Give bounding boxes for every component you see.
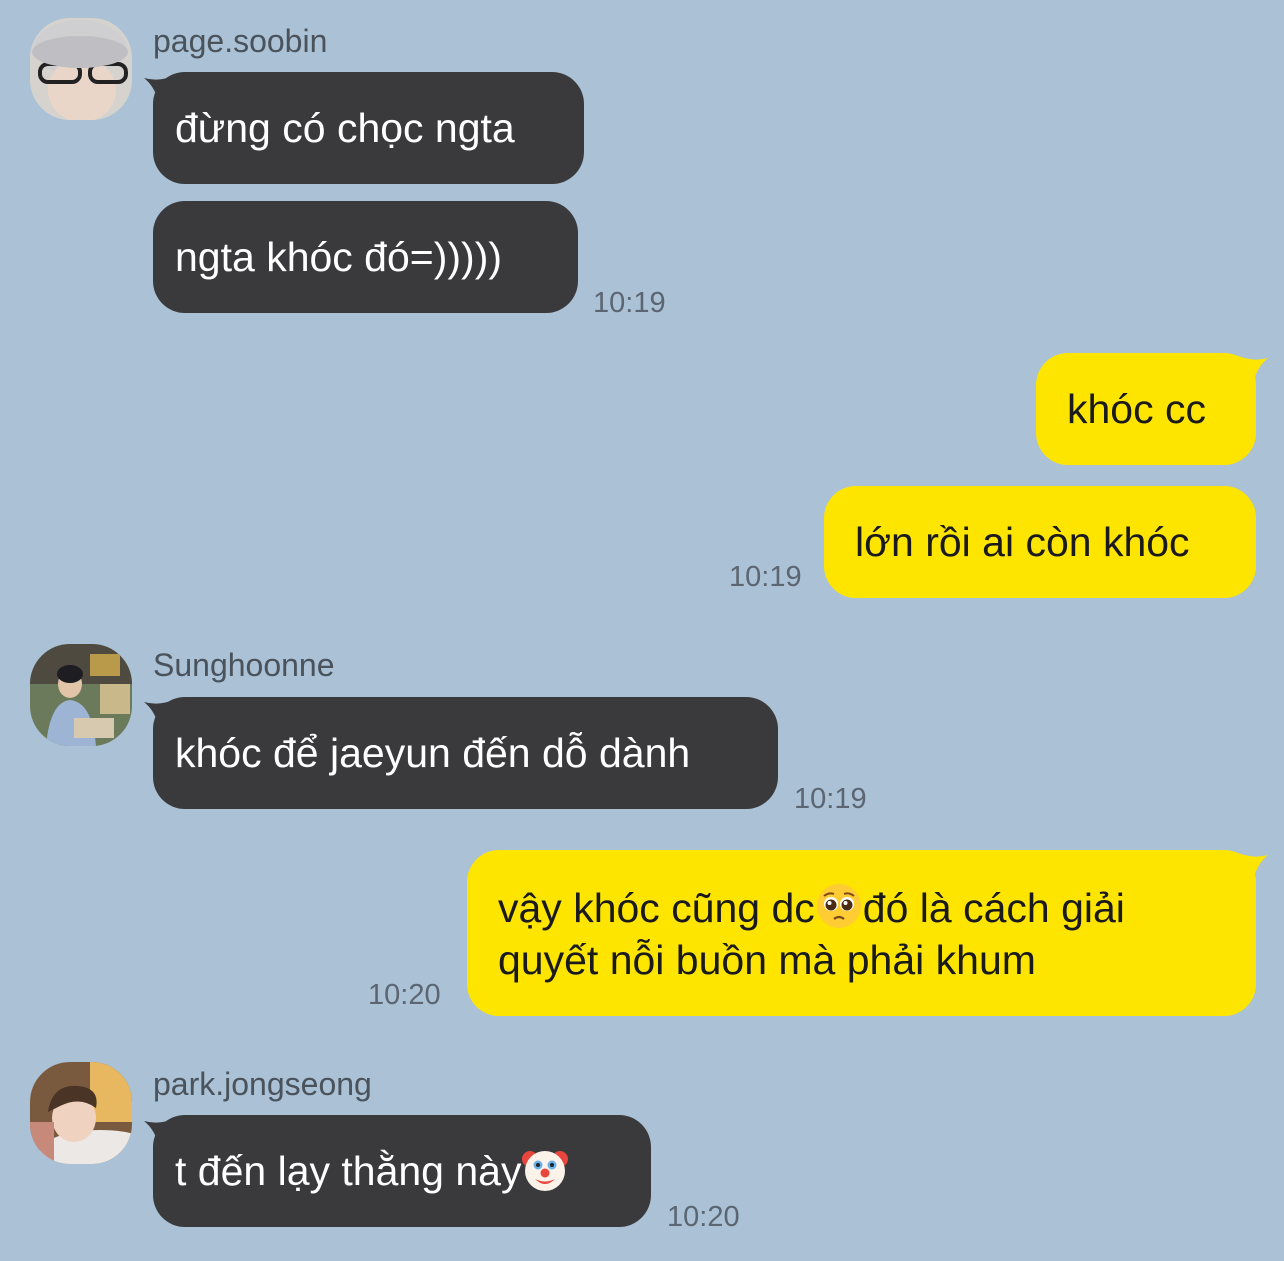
sender-name: page.soobin	[153, 23, 328, 59]
pleading-face-emoji	[815, 882, 863, 930]
message-text: t đến lạy thằng này	[175, 1148, 522, 1194]
avatar-sunghoon[interactable]	[30, 644, 132, 746]
message-bubble[interactable]: đừng có chọc ngta	[153, 72, 584, 184]
message-text: vậy khóc cũng dc	[498, 885, 815, 931]
message-timestamp: 10:19	[729, 561, 802, 593]
message-timestamp: 10:20	[368, 979, 441, 1011]
bubble-tail	[1238, 356, 1268, 380]
sender-name: park.jongseong	[153, 1066, 372, 1102]
message-timestamp: 10:19	[794, 783, 867, 815]
avatar-jongseong[interactable]	[30, 1062, 132, 1164]
message-bubble[interactable]: lớn rồi ai còn khóc	[824, 486, 1256, 598]
clown-face-emoji	[521, 1145, 569, 1193]
message-timestamp: 10:20	[667, 1201, 740, 1233]
message-bubble[interactable]: t đến lạy thằng này	[153, 1115, 651, 1227]
bubble-tail	[1238, 853, 1268, 877]
sender-name: Sunghoonne	[153, 647, 335, 683]
message-bubble[interactable]: khóc cc	[1036, 353, 1256, 465]
message-bubble[interactable]: ngta khóc đó=)))))	[153, 201, 578, 313]
message-bubble[interactable]: khóc để jaeyun đến dỗ dành	[153, 697, 778, 809]
message-bubble[interactable]: vậy khóc cũng dc đó là cách giải quyết n…	[467, 850, 1256, 1016]
message-timestamp: 10:19	[593, 287, 666, 319]
avatar-soobin[interactable]	[30, 18, 132, 120]
